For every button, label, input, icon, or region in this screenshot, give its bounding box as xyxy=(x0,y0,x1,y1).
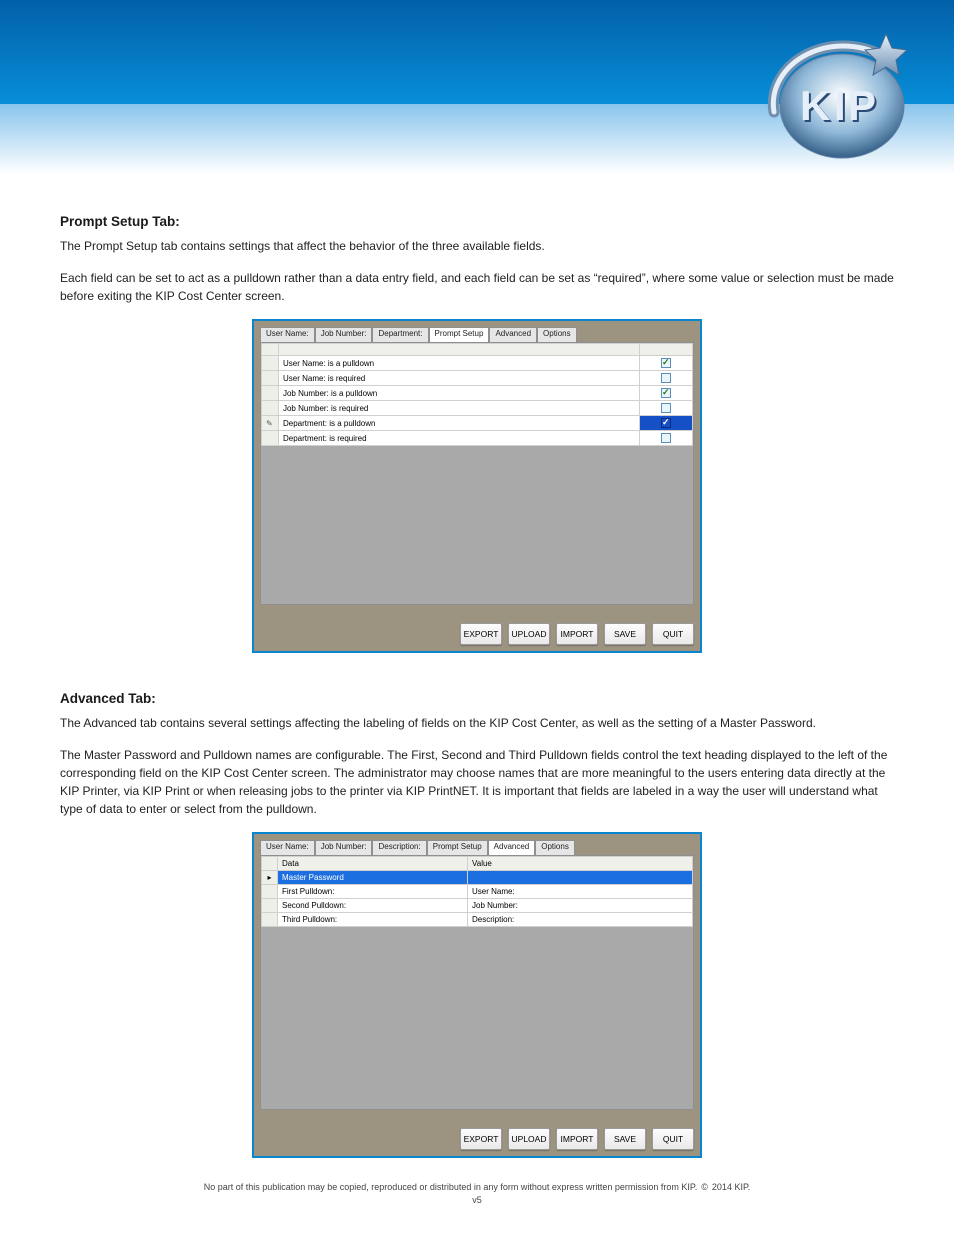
prompt-setup-row[interactable]: User Name: is required xyxy=(262,371,693,386)
advanced-row-data: First Pulldown: xyxy=(278,885,468,899)
advanced-row-value[interactable] xyxy=(468,871,693,885)
prompt-row-label: Job Number: is required xyxy=(278,401,639,416)
svg-text:I: I xyxy=(834,82,846,129)
banner: K I P K I P xyxy=(0,0,954,174)
ss2-tab-3[interactable]: Prompt Setup xyxy=(427,840,488,855)
section-body-advanced-1: The Advanced tab contains several settin… xyxy=(60,714,894,732)
advanced-row-data: Master Password xyxy=(278,871,468,885)
section-body-prompt-setup-2: Each field can be set to act as a pulldo… xyxy=(60,269,894,305)
prompt-setup-row[interactable]: User Name: is a pulldown xyxy=(262,356,693,371)
prompt-row-label: Department: is a pulldown xyxy=(278,416,639,431)
advanced-row-value[interactable]: Job Number: xyxy=(468,899,693,913)
advanced-row[interactable]: First Pulldown:User Name: xyxy=(262,885,693,899)
screenshot-advanced: User Name:Job Number:Description:Prompt … xyxy=(252,832,702,1158)
advanced-row-value[interactable]: Description: xyxy=(468,913,693,927)
ss1-tab-5[interactable]: Options xyxy=(537,327,577,342)
ss1-tab-4[interactable]: Advanced xyxy=(489,327,537,342)
checkbox[interactable] xyxy=(661,373,671,383)
ss2-tab-4[interactable]: Advanced xyxy=(488,840,536,855)
grid-panel-2: Data Value ▸Master PasswordFirst Pulldow… xyxy=(260,855,694,1110)
screenshot-prompt-setup: User Name:Job Number:Department:Prompt S… xyxy=(252,319,702,653)
ss2-tab-2[interactable]: Description: xyxy=(372,840,426,855)
prompt-setup-row[interactable]: Job Number: is a pulldown xyxy=(262,386,693,401)
ss2-tab-1[interactable]: Job Number: xyxy=(315,840,373,855)
kip-logo: K I P K I P xyxy=(754,20,914,165)
ss2-save-button[interactable]: SAVE xyxy=(604,1128,646,1150)
col-header-data: Data xyxy=(278,857,468,871)
tab-strip-2: User Name:Job Number:Description:Prompt … xyxy=(260,840,694,855)
button-bar-2: EXPORT UPLOAD IMPORT SAVE QUIT xyxy=(460,1128,694,1150)
prompt-setup-grid[interactable]: User Name: is a pulldownUser Name: is re… xyxy=(261,343,693,446)
grid-empty-area-1 xyxy=(261,446,693,604)
prompt-row-label: User Name: is required xyxy=(278,371,639,386)
col-header-value: Value xyxy=(468,857,693,871)
section-body-advanced-2: The Master Password and Pulldown names a… xyxy=(60,746,894,818)
ss2-export-button[interactable]: EXPORT xyxy=(460,1128,502,1150)
copyright-symbol: © xyxy=(701,1182,708,1194)
button-bar-1: EXPORT UPLOAD IMPORT SAVE QUIT xyxy=(460,623,694,645)
ss2-tab-5[interactable]: Options xyxy=(535,840,575,855)
ss2-tab-0[interactable]: User Name: xyxy=(260,840,315,855)
footer-line-1b: 2014 KIP. xyxy=(712,1182,750,1194)
svg-text:P: P xyxy=(848,82,876,129)
prompt-setup-row[interactable]: Department: is a pulldown xyxy=(262,416,693,431)
page: { "header": { "logo_text": "KIP" }, "sec… xyxy=(0,0,954,1235)
advanced-grid[interactable]: Data Value ▸Master PasswordFirst Pulldow… xyxy=(261,856,693,927)
ss1-quit-button[interactable]: QUIT xyxy=(652,623,694,645)
section-body-prompt-setup-1: The Prompt Setup tab contains settings t… xyxy=(60,237,894,255)
ss1-import-button[interactable]: IMPORT xyxy=(556,623,598,645)
checkbox[interactable] xyxy=(661,358,671,368)
ss1-tab-1[interactable]: Job Number: xyxy=(315,327,373,342)
footer-version: v5 xyxy=(0,1195,954,1207)
advanced-row-data: Third Pulldown: xyxy=(278,913,468,927)
prompt-setup-row[interactable]: Department: is required xyxy=(262,431,693,446)
section-title-advanced: Advanced Tab: xyxy=(60,691,894,706)
advanced-row-data: Second Pulldown: xyxy=(278,899,468,913)
grid-empty-area-2 xyxy=(261,927,693,1109)
prompt-row-label: Job Number: is a pulldown xyxy=(278,386,639,401)
advanced-row[interactable]: ▸Master Password xyxy=(262,871,693,885)
advanced-row[interactable]: Third Pulldown:Description: xyxy=(262,913,693,927)
page-footer: No part of this publication may be copie… xyxy=(0,1182,954,1207)
advanced-row-value[interactable]: User Name: xyxy=(468,885,693,899)
ss1-tab-0[interactable]: User Name: xyxy=(260,327,315,342)
window-advanced: User Name:Job Number:Description:Prompt … xyxy=(254,834,700,1156)
checkbox[interactable] xyxy=(661,418,671,428)
ss1-tab-3[interactable]: Prompt Setup xyxy=(429,327,490,342)
ss1-upload-button[interactable]: UPLOAD xyxy=(508,623,550,645)
tab-strip-1: User Name:Job Number:Department:Prompt S… xyxy=(260,327,694,342)
checkbox[interactable] xyxy=(661,403,671,413)
ss1-tab-2[interactable]: Department: xyxy=(372,327,428,342)
checkbox[interactable] xyxy=(661,388,671,398)
advanced-row[interactable]: Second Pulldown:Job Number: xyxy=(262,899,693,913)
grid-panel-1: User Name: is a pulldownUser Name: is re… xyxy=(260,342,694,605)
window-prompt-setup: User Name:Job Number:Department:Prompt S… xyxy=(254,321,700,651)
checkbox[interactable] xyxy=(661,433,671,443)
ss2-quit-button[interactable]: QUIT xyxy=(652,1128,694,1150)
footer-line-1a: No part of this publication may be copie… xyxy=(204,1182,698,1194)
ss1-save-button[interactable]: SAVE xyxy=(604,623,646,645)
content: Prompt Setup Tab: The Prompt Setup tab c… xyxy=(0,174,954,1178)
svg-text:K: K xyxy=(800,82,830,129)
prompt-row-label: User Name: is a pulldown xyxy=(278,356,639,371)
prompt-setup-row[interactable]: Job Number: is required xyxy=(262,401,693,416)
section-title-prompt-setup: Prompt Setup Tab: xyxy=(60,214,894,229)
prompt-row-label: Department: is required xyxy=(278,431,639,446)
pencil-icon xyxy=(266,419,273,428)
ss2-import-button[interactable]: IMPORT xyxy=(556,1128,598,1150)
ss2-upload-button[interactable]: UPLOAD xyxy=(508,1128,550,1150)
ss1-export-button[interactable]: EXPORT xyxy=(460,623,502,645)
